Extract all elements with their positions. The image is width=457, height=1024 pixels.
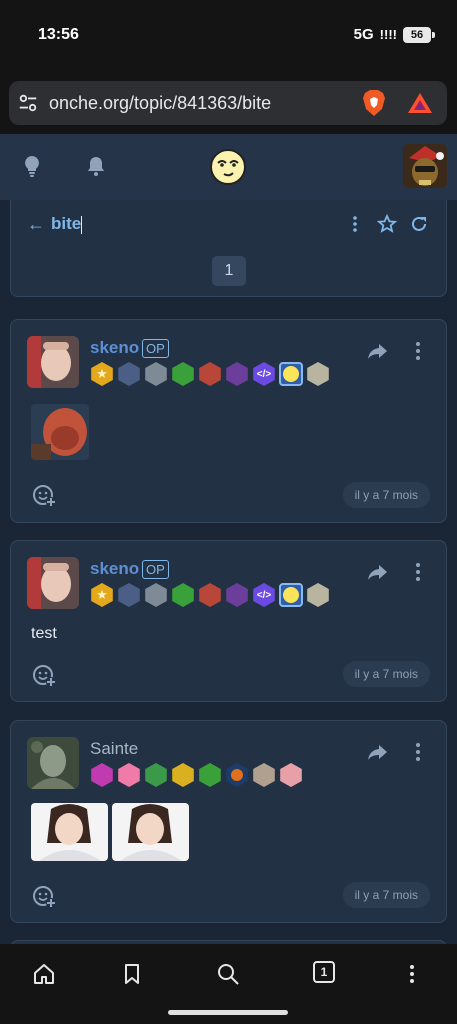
avatar-badge-icon[interactable]: [118, 362, 140, 386]
post-time: il y a 7 mois: [342, 882, 430, 908]
tabs-button[interactable]: 1: [313, 961, 335, 983]
avatar[interactable]: [27, 557, 79, 609]
post-card: Sainte il y a 7 mois: [10, 720, 447, 923]
post-card: skeno OP ★ </> test il y a 7 mois: [10, 540, 447, 702]
post-time: il y a 7 mois: [342, 661, 430, 687]
swirl-badge-icon[interactable]: [91, 763, 113, 787]
avatar-badge-icon[interactable]: [145, 362, 167, 386]
site-header: [0, 134, 457, 200]
badge-list: [90, 763, 303, 787]
page-1-button[interactable]: 1: [212, 256, 246, 286]
browser-bar: onche.org/topic/841363/bite: [0, 72, 457, 134]
avatar[interactable]: [27, 737, 79, 789]
photo-badge-icon[interactable]: [307, 362, 329, 386]
refresh-icon[interactable]: [409, 214, 429, 234]
topic-header-card: ← bite 1: [10, 200, 447, 297]
code-badge-icon[interactable]: </>: [253, 583, 275, 607]
status-bar: 13:56 5G !!!! 56: [0, 0, 457, 72]
avatar[interactable]: [27, 336, 79, 388]
beer-badge-icon[interactable]: [172, 362, 194, 386]
face-badge-icon[interactable]: [172, 763, 194, 787]
girl-badge-icon[interactable]: [280, 763, 302, 787]
badge-list: ★ </>: [90, 583, 330, 607]
share-icon[interactable]: [366, 340, 388, 362]
brave-rewards-icon[interactable]: [407, 91, 433, 115]
gesture-bar[interactable]: [168, 1010, 288, 1015]
network-label: 5G: [353, 26, 374, 43]
topic-title-text: bite: [51, 214, 82, 233]
topic-title[interactable]: bite: [51, 214, 83, 234]
more-vertical-icon[interactable]: [408, 561, 428, 583]
post-author[interactable]: skeno: [90, 559, 139, 579]
avatar-badge-icon[interactable]: [145, 583, 167, 607]
status-indicators: 5G !!!! 56: [353, 26, 435, 43]
share-icon[interactable]: [366, 741, 388, 763]
sticker-image: [31, 803, 108, 861]
face-badge-icon[interactable]: [199, 362, 221, 386]
share-icon[interactable]: [366, 561, 388, 583]
post-card: skeno OP ★ </> il y a 7 mois: [10, 319, 447, 523]
post-time: il y a 7 mois: [342, 482, 430, 508]
star-badge-icon[interactable]: ★: [91, 583, 113, 607]
beer-badge-icon[interactable]: [172, 583, 194, 607]
url-bar[interactable]: onche.org/topic/841363/bite: [9, 81, 447, 125]
search-icon[interactable]: [216, 962, 240, 986]
face-badge-icon[interactable]: [118, 763, 140, 787]
face-badge-icon[interactable]: [199, 583, 221, 607]
post-author[interactable]: skeno: [90, 338, 139, 358]
sticker-image: [31, 404, 89, 460]
beer-badge-icon[interactable]: [199, 763, 221, 787]
smiley-badge-icon[interactable]: [279, 583, 303, 607]
site-settings-icon[interactable]: [17, 92, 39, 114]
op-badge: OP: [142, 560, 169, 579]
code-badge-icon[interactable]: </>: [253, 362, 275, 386]
avatar-badge-icon[interactable]: [118, 583, 140, 607]
creature-badge-icon[interactable]: [226, 362, 248, 386]
lightbulb-icon[interactable]: [20, 154, 44, 178]
add-reaction-icon[interactable]: [31, 883, 57, 909]
more-vertical-icon[interactable]: [408, 741, 428, 763]
user-avatar[interactable]: [403, 144, 447, 188]
face-badge-icon[interactable]: [145, 763, 167, 787]
photo-badge-icon[interactable]: [307, 583, 329, 607]
badge-list: ★ </>: [90, 362, 330, 386]
bell-icon[interactable]: [84, 154, 108, 178]
battery-icon: 56: [403, 26, 435, 43]
add-reaction-icon[interactable]: [31, 482, 57, 508]
sticker-image: [112, 803, 189, 861]
back-arrow-icon[interactable]: ←: [27, 214, 45, 235]
cat-badge-icon[interactable]: [253, 763, 275, 787]
smiley-badge-icon[interactable]: [279, 362, 303, 386]
star-badge-icon[interactable]: ★: [91, 362, 113, 386]
more-vertical-icon[interactable]: [345, 214, 365, 234]
pumpkin-badge-icon[interactable]: [226, 763, 248, 787]
more-vertical-icon[interactable]: [408, 340, 428, 362]
home-icon[interactable]: [32, 962, 56, 986]
more-vertical-icon[interactable]: [400, 962, 424, 986]
add-reaction-icon[interactable]: [31, 662, 57, 688]
bookmark-icon[interactable]: [120, 962, 144, 986]
star-icon[interactable]: [377, 214, 397, 234]
status-time: 13:56: [38, 26, 79, 43]
post-author[interactable]: Sainte: [90, 739, 138, 759]
creature-badge-icon[interactable]: [226, 583, 248, 607]
smiley-logo-icon[interactable]: [209, 148, 247, 186]
url-text[interactable]: onche.org/topic/841363/bite: [49, 93, 361, 114]
signal-icon: !!!!: [379, 27, 397, 42]
brave-shields-icon[interactable]: [361, 89, 387, 117]
op-badge: OP: [142, 339, 169, 358]
post-body: test: [31, 625, 57, 642]
text-cursor: [81, 215, 83, 234]
